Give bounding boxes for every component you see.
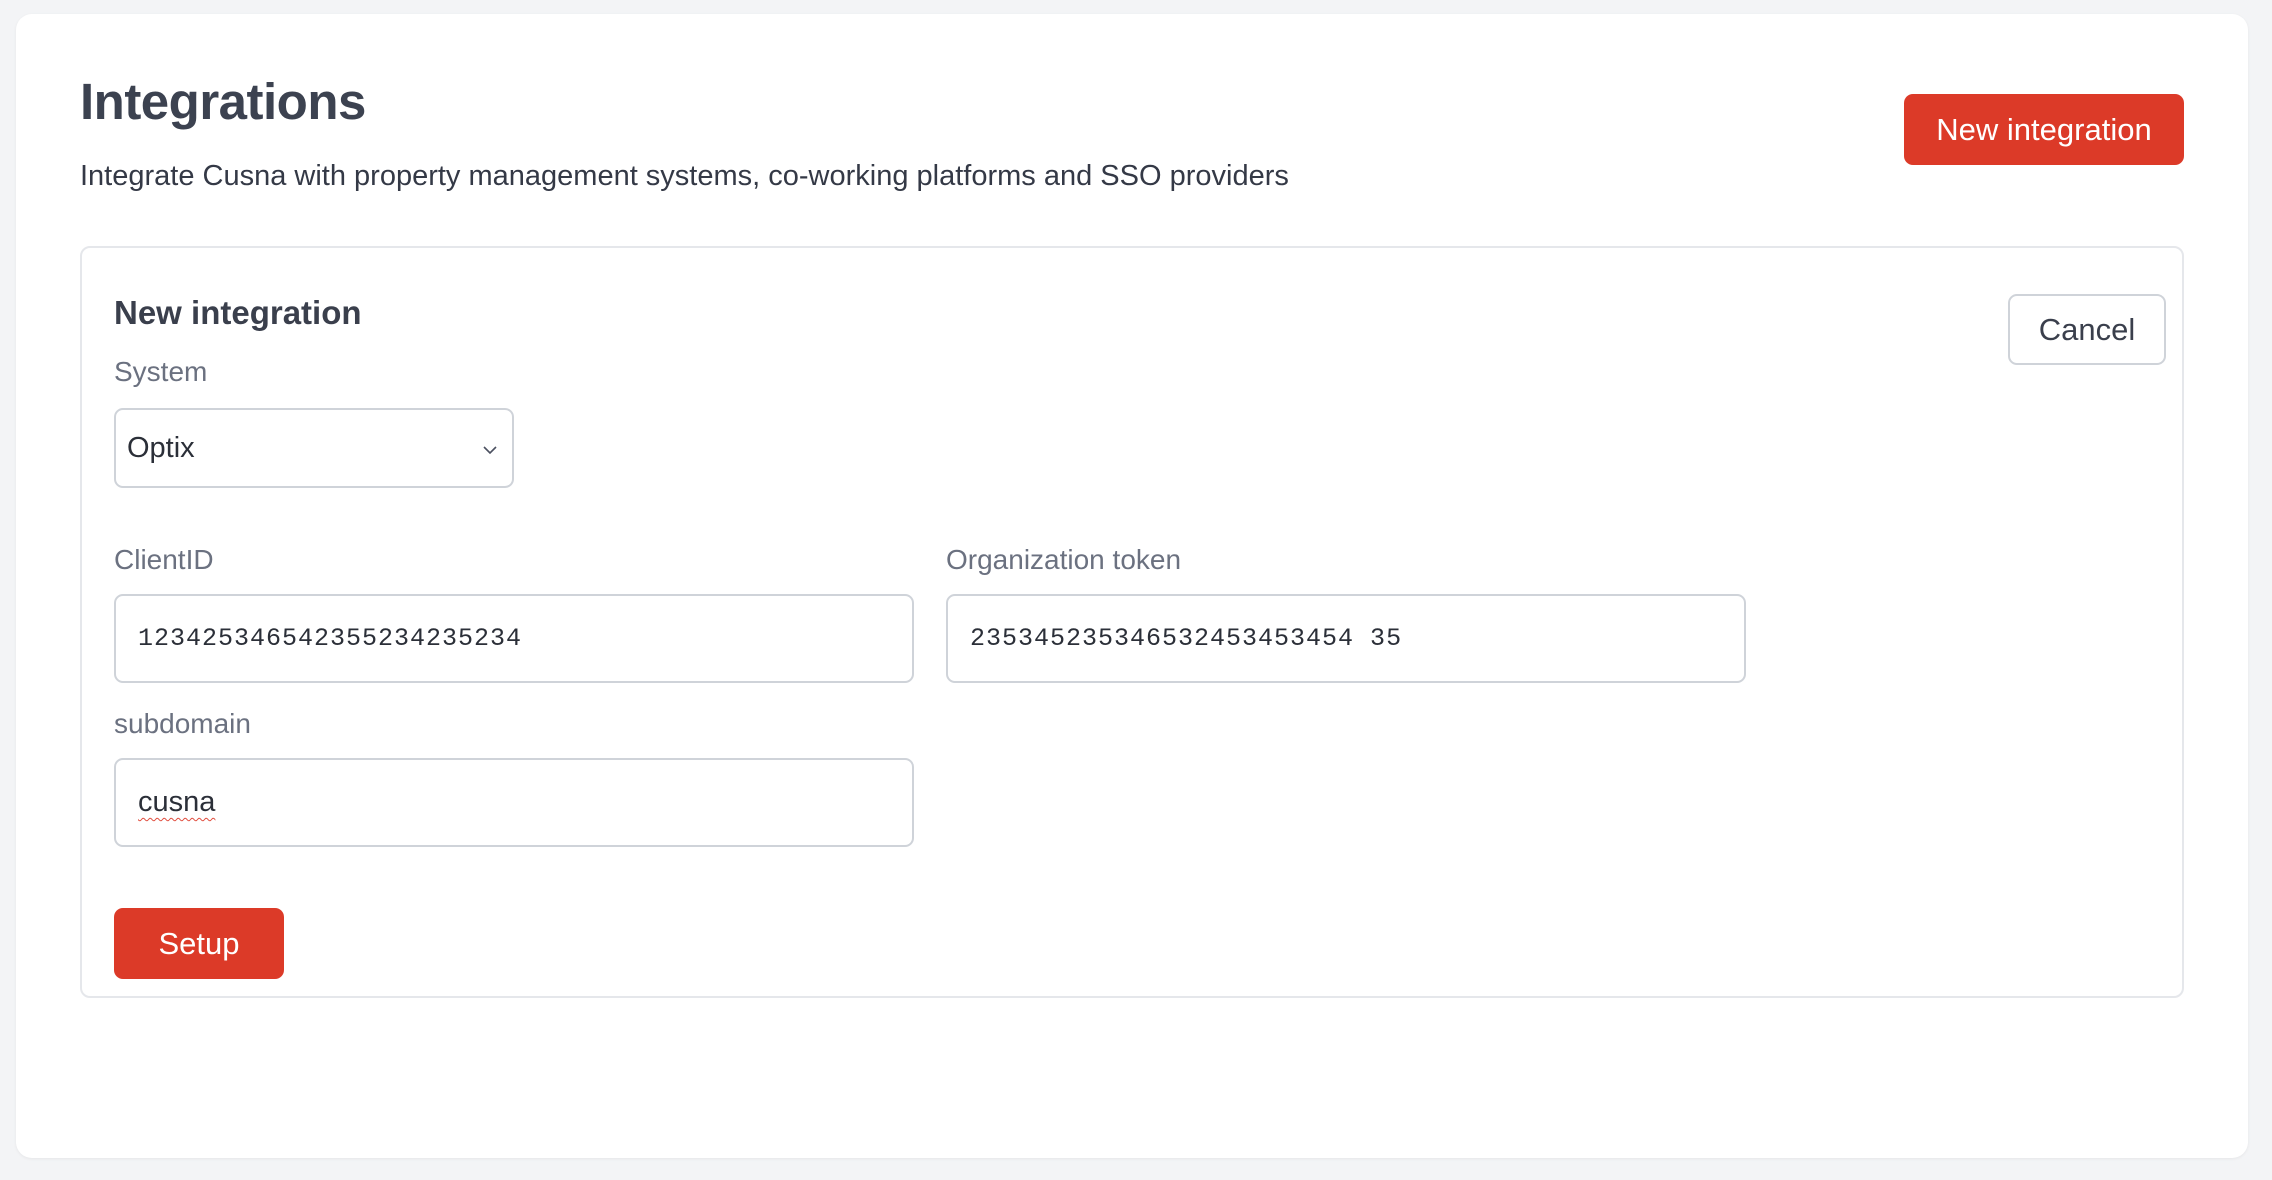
- integrations-card: Integrations Integrate Cusna with proper…: [16, 14, 2248, 1158]
- system-select[interactable]: Optix: [114, 408, 514, 488]
- org-token-value: 235345235346532453453454 35: [970, 624, 1403, 653]
- new-integration-button[interactable]: New integration: [1904, 94, 2184, 165]
- page-title: Integrations: [80, 73, 366, 130]
- system-label: System: [114, 356, 208, 387]
- org-token-input[interactable]: 235345235346532453453454 35: [946, 594, 1746, 683]
- subdomain-value: cusna: [138, 786, 216, 818]
- new-integration-form: New integration Cancel System Optix Clie…: [80, 246, 2184, 998]
- setup-button[interactable]: Setup: [114, 908, 284, 979]
- system-select-value: Optix: [127, 431, 195, 464]
- cancel-button[interactable]: Cancel: [2008, 294, 2166, 365]
- form-title: New integration: [114, 294, 362, 331]
- page-subtitle: Integrate Cusna with property management…: [80, 160, 1289, 192]
- client-id-label: ClientID: [114, 544, 214, 575]
- client-id-value: 12342534654235523423523​4: [138, 624, 523, 653]
- client-id-input[interactable]: 12342534654235523423523​4: [114, 594, 914, 683]
- chevron-down-icon: [480, 432, 500, 468]
- org-token-label: Organization token: [946, 544, 1182, 575]
- subdomain-label: subdomain: [114, 708, 251, 739]
- subdomain-input[interactable]: cusna: [114, 758, 914, 847]
